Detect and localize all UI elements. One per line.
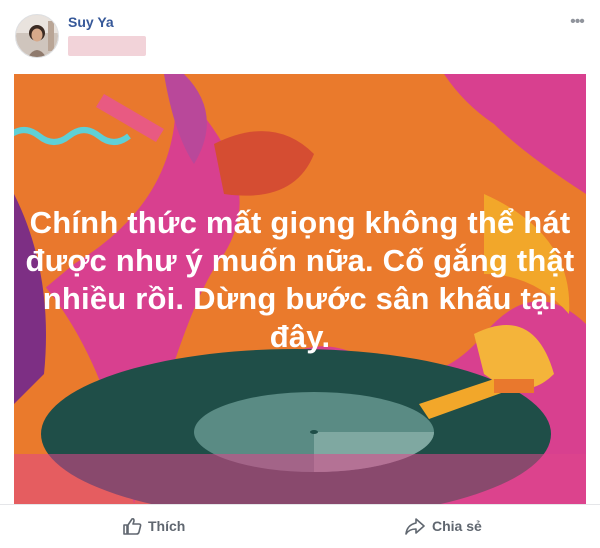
post-background-image: Chính thức mất giọng không thể hát được … [14, 74, 586, 504]
share-arrow-icon [405, 518, 425, 535]
share-label: Chia sẻ [432, 518, 482, 534]
thumbs-up-icon [123, 517, 142, 535]
post-header: Suy Ya ••• [0, 0, 600, 72]
status-text: Chính thức mất giọng không thể hát được … [25, 205, 575, 354]
avatar-image [16, 15, 58, 57]
author-name[interactable]: Suy Ya [68, 14, 114, 30]
avatar[interactable] [15, 14, 59, 58]
like-button[interactable]: Thích [122, 515, 185, 537]
like-label: Thích [148, 518, 186, 534]
post-actions-bar: Thích Chia sẻ [0, 504, 600, 548]
facebook-post: Suy Ya ••• Chính thức mất giọng không th… [0, 0, 600, 548]
share-button[interactable]: Chia sẻ [404, 515, 482, 537]
post-timestamp-redacted [68, 36, 146, 56]
more-options-icon[interactable]: ••• [566, 12, 588, 32]
